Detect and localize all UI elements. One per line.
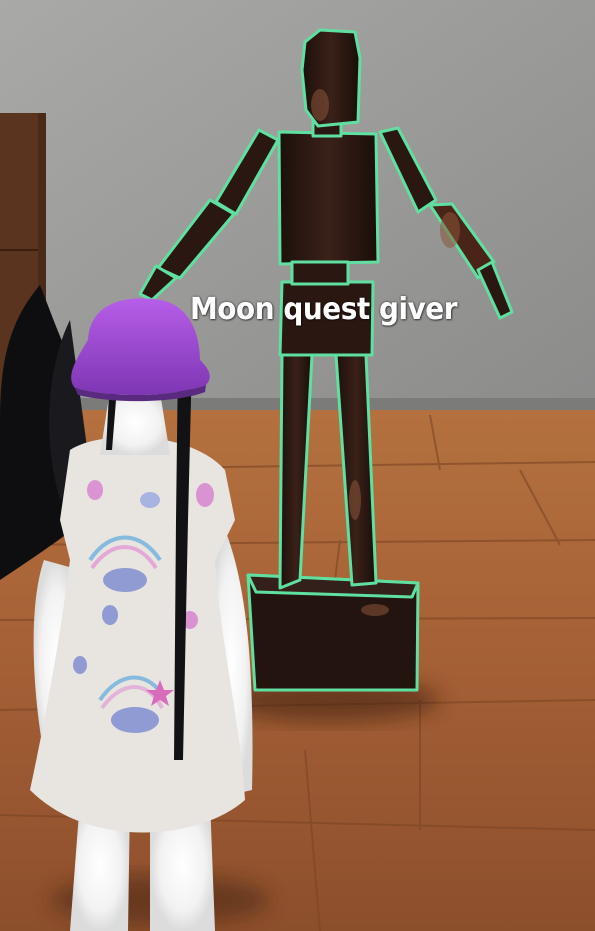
game-viewport[interactable]: Moon quest giver bbox=[0, 0, 595, 931]
scene-render bbox=[0, 0, 595, 931]
